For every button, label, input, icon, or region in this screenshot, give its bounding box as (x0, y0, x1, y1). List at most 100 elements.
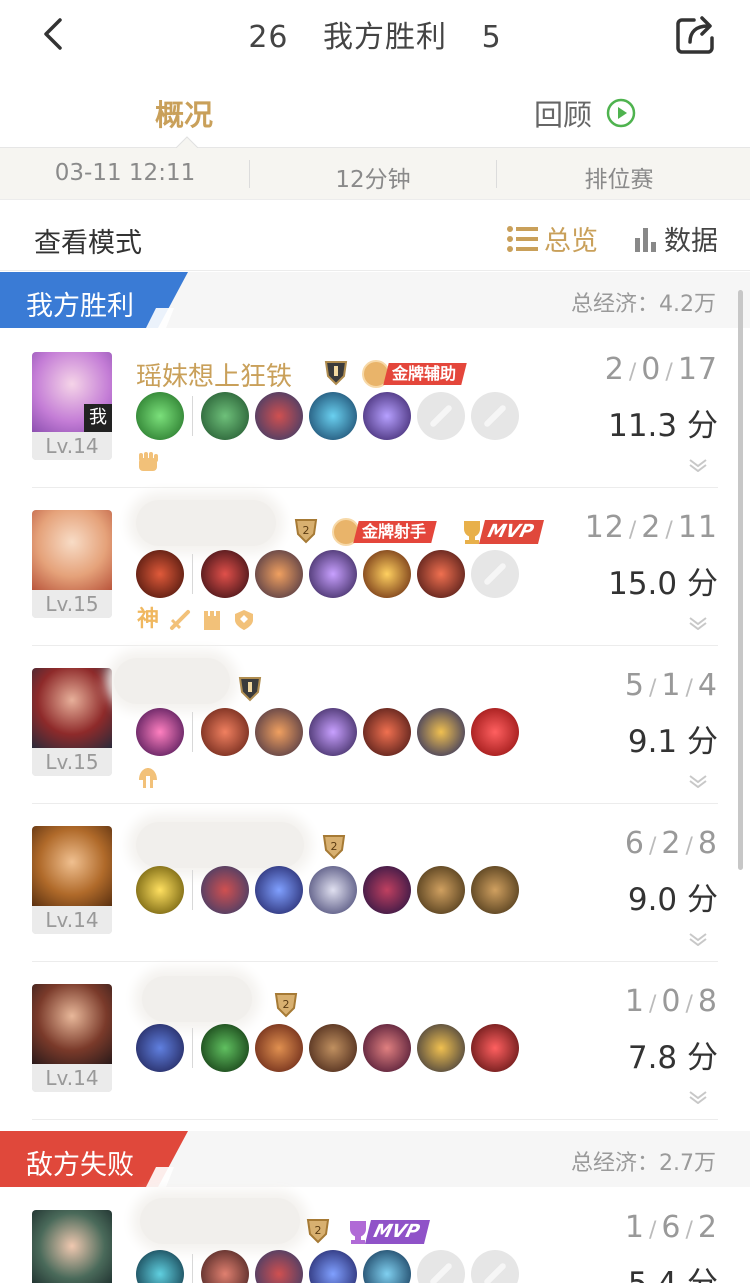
empty-item-slot (471, 1250, 519, 1283)
ally-team-tag: 我方胜利 (0, 272, 190, 328)
chevron-down-icon[interactable] (688, 458, 708, 472)
divider (192, 554, 193, 594)
tab-overview[interactable]: 概况 (155, 92, 213, 134)
item-icon[interactable] (471, 866, 519, 914)
item-icon[interactable] (255, 866, 303, 914)
chevron-down-icon[interactable] (688, 774, 708, 788)
chevron-down-icon[interactable] (688, 616, 708, 630)
player-row[interactable]: Lv.15 2 金牌射手 MVP 神 12 / 2 / 11 15.0 分 (32, 488, 718, 646)
chevron-down-icon[interactable] (688, 932, 708, 946)
mvp-label: MVP (485, 521, 536, 542)
item-icon[interactable] (309, 708, 357, 756)
player-row[interactable]: Lv.14 2 1/0/8 7.8 分 (32, 962, 718, 1120)
item-icon[interactable] (471, 708, 519, 756)
play-icon (606, 98, 636, 128)
item-icon[interactable] (201, 1250, 249, 1283)
enemy-team-label: 敌方失败 (26, 1150, 134, 1181)
hero-level: Lv.14 (32, 1064, 112, 1092)
item-list (136, 708, 525, 756)
hero-level: Lv.14 (32, 432, 112, 460)
hero-avatar: Lv.15 (32, 510, 112, 618)
skill-icon[interactable] (136, 1250, 184, 1283)
view-overview-button[interactable]: 总览 (506, 219, 598, 258)
scrollbar[interactable] (738, 290, 743, 870)
item-icon[interactable] (309, 392, 357, 440)
item-icon[interactable] (471, 1024, 519, 1072)
empty-item-slot (471, 392, 519, 440)
deaths: 6 (661, 1210, 682, 1245)
skill-icon[interactable] (136, 1024, 184, 1072)
player-row[interactable]: Lv.14 2 6/2/8 9.0 分 (32, 804, 718, 962)
item-icon[interactable] (363, 392, 411, 440)
player-row[interactable]: Lv.15 5/1/4 9.1 分 (32, 646, 718, 804)
skill-icon[interactable] (136, 550, 184, 598)
item-icon[interactable] (201, 392, 249, 440)
rank-icon: 2 (306, 1219, 330, 1244)
achievement-tags (136, 450, 160, 474)
enemy-score: 5 (481, 20, 502, 55)
item-icon[interactable] (255, 708, 303, 756)
item-icon[interactable] (201, 1024, 249, 1072)
divider (192, 396, 193, 436)
ally-score: 26 (248, 20, 289, 55)
view-overview-label: 总览 (544, 226, 598, 257)
tab-review[interactable]: 回顾 (534, 92, 636, 134)
item-icon[interactable] (363, 866, 411, 914)
achievement-tags (136, 766, 160, 790)
skill-icon[interactable] (136, 708, 184, 756)
hero-portrait (32, 984, 112, 1064)
share-icon[interactable] (674, 12, 718, 56)
kda: 2/0/17 (604, 352, 718, 387)
item-icon[interactable] (363, 550, 411, 598)
deaths: 2 (661, 826, 682, 861)
blurred-player-name (142, 976, 252, 1022)
enemy-team-tag: 敌方失败 (0, 1131, 190, 1187)
svg-text:2: 2 (331, 840, 338, 853)
item-icon[interactable] (417, 708, 465, 756)
mvp-badge: MVP (344, 1218, 431, 1246)
item-icon[interactable] (201, 866, 249, 914)
player-row[interactable]: 我 Lv.14 瑶妹想上狂铁 金牌辅助 2/0/17 11.3 分 (32, 330, 718, 488)
skill-icon[interactable] (136, 392, 184, 440)
match-info-bar: 03-11 12:11 12分钟 排位赛 (0, 148, 750, 200)
deaths: 1 (661, 668, 682, 703)
rank-icon: 2 (274, 993, 298, 1018)
item-icon[interactable] (255, 1024, 303, 1072)
chevron-down-icon[interactable] (688, 1090, 708, 1104)
enemy-team-header: 敌方失败 总经济：2.7万 (0, 1131, 750, 1187)
item-icon[interactable] (255, 1250, 303, 1283)
item-icon[interactable] (363, 1024, 411, 1072)
item-icon[interactable] (201, 550, 249, 598)
item-icon[interactable] (309, 1024, 357, 1072)
kills: 5 (624, 668, 645, 703)
player-score: 5.4 分 (628, 1258, 718, 1283)
item-icon[interactable] (417, 1024, 465, 1072)
item-icon[interactable] (363, 708, 411, 756)
item-icon[interactable] (255, 392, 303, 440)
kills: 1 (624, 984, 645, 1019)
item-icon[interactable] (255, 550, 303, 598)
item-icon[interactable] (363, 1250, 411, 1283)
sword-icon (170, 610, 190, 630)
match-duration: 12分钟 (335, 167, 411, 193)
item-list (136, 1250, 525, 1283)
svg-text:2: 2 (283, 998, 290, 1011)
god-tag: 神 (136, 607, 159, 632)
view-data-button[interactable]: 数据 (634, 219, 718, 258)
kills: 2 (604, 352, 625, 387)
svg-text:2: 2 (303, 524, 310, 537)
player-name: 瑶妹想上狂铁 (136, 362, 293, 392)
gold-marksman-badge: 金牌射手 (332, 518, 437, 546)
gold-support-badge: 金牌辅助 (362, 360, 467, 388)
item-icon[interactable] (417, 866, 465, 914)
item-icon[interactable] (309, 1250, 357, 1283)
skill-icon[interactable] (136, 866, 184, 914)
item-icon[interactable] (309, 550, 357, 598)
item-icon[interactable] (201, 708, 249, 756)
item-list (136, 1024, 525, 1072)
hero-portrait (32, 826, 112, 906)
item-icon[interactable] (309, 866, 357, 914)
achievement-tags: 神 (136, 608, 256, 632)
player-row[interactable]: 2 MVP 1/6/2 5.4 分 (32, 1188, 718, 1283)
item-icon[interactable] (417, 550, 465, 598)
